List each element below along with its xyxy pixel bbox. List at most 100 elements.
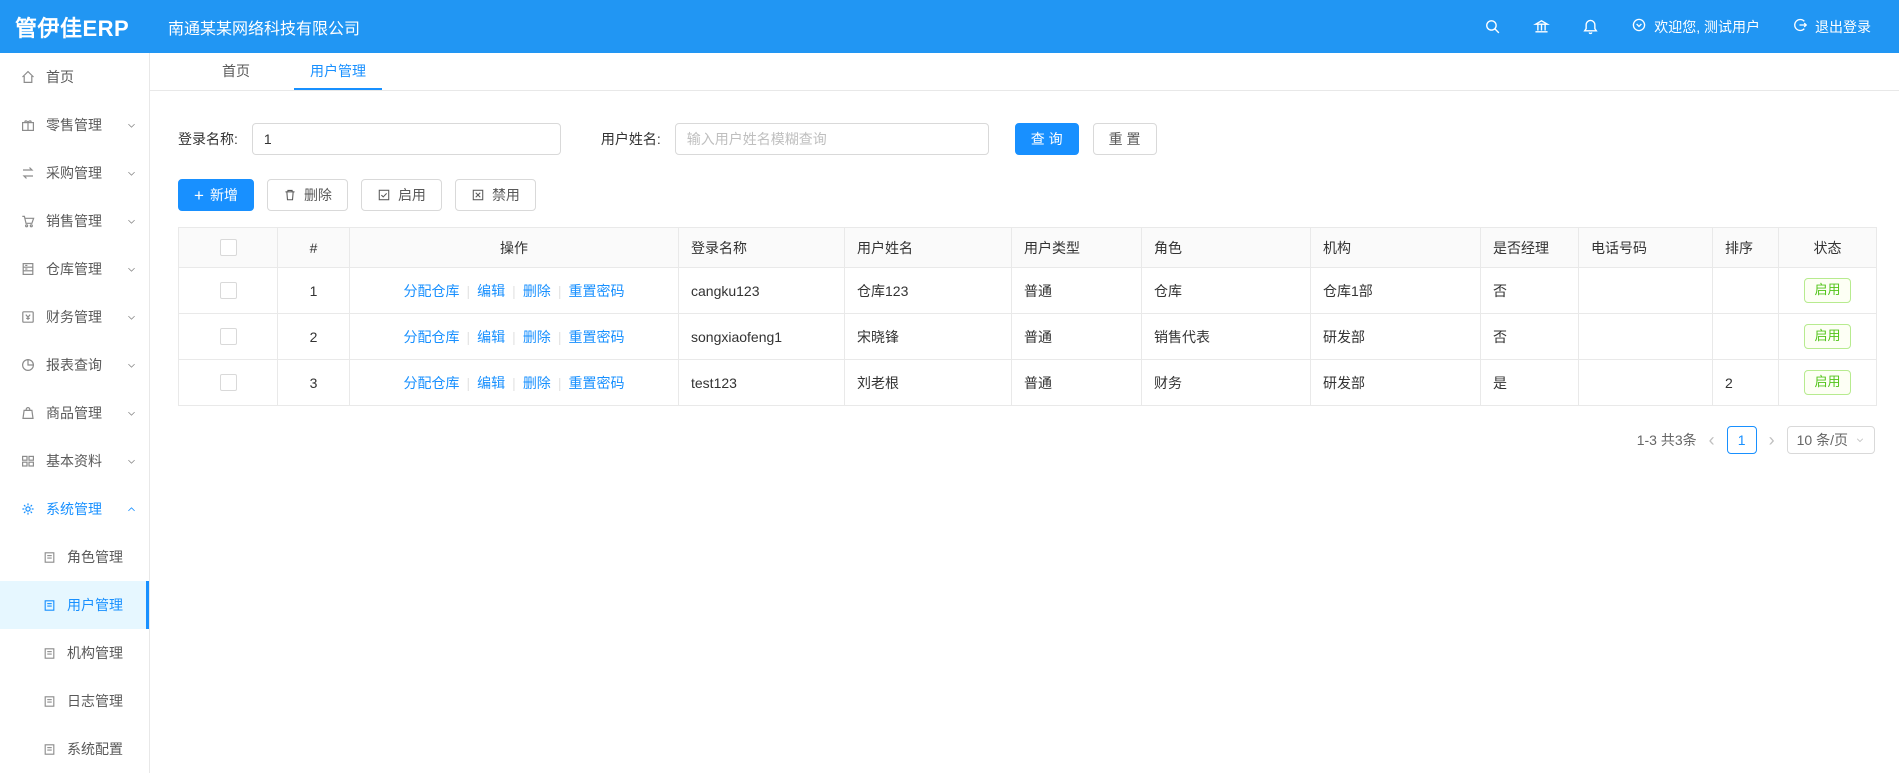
- sidebar-subitem-log-management[interactable]: 日志管理: [0, 677, 149, 725]
- row-checkbox[interactable]: [219, 328, 237, 346]
- search-icon[interactable]: [1484, 18, 1501, 35]
- op-divider: |: [512, 374, 516, 391]
- login-name-input[interactable]: [251, 123, 561, 155]
- app-logo: 管伊佳ERP: [15, 15, 130, 41]
- tab-home[interactable]: 首页: [206, 53, 266, 90]
- pagination: 1-3 共3条 ‹ 1 › 10 条/页: [178, 426, 1875, 454]
- chevron-down-icon: [126, 168, 137, 179]
- cell-sort: [1712, 313, 1779, 360]
- cell-role: 财务: [1141, 359, 1311, 406]
- op-divider: |: [466, 328, 471, 345]
- search-form: 登录名称: 用户姓名: 查 询 重 置: [178, 123, 1875, 155]
- sidebar-item-label: 采购管理: [46, 165, 102, 181]
- document-icon: [42, 550, 57, 565]
- row-index: 1: [277, 267, 350, 314]
- add-button[interactable]: + 新增: [178, 179, 254, 211]
- sidebar-subitem-org-management[interactable]: 机构管理: [0, 629, 149, 677]
- delete-button[interactable]: 删除: [266, 179, 348, 211]
- select-all-checkbox[interactable]: [219, 239, 237, 257]
- cell-org: 仓库1部: [1310, 267, 1481, 314]
- op-link-edit[interactable]: 编辑: [477, 329, 505, 345]
- op-divider: |: [512, 282, 516, 299]
- op-link-reset-password[interactable]: 重置密码: [568, 375, 624, 391]
- sidebar-item-basic-data[interactable]: 基本资料: [0, 437, 149, 485]
- op-link-reset-password[interactable]: 重置密码: [568, 283, 624, 299]
- chevron-up-icon: [126, 504, 137, 515]
- company-name: 南通某某网络科技有限公司: [168, 20, 361, 38]
- topbar-actions: 欢迎您, 测试用户 退出登录: [1484, 17, 1899, 37]
- chevron-down-icon: [126, 360, 137, 371]
- sidebar-item-finance[interactable]: 财务管理: [0, 293, 149, 341]
- sidebar-item-home[interactable]: 首页: [0, 53, 149, 101]
- next-page-button[interactable]: ›: [1767, 431, 1777, 449]
- sidebar-item-label: 报表查询: [46, 357, 102, 373]
- sidebar-item-sales[interactable]: 销售管理: [0, 197, 149, 245]
- op-link-assign-warehouse[interactable]: 分配仓库: [404, 283, 460, 299]
- row-checkbox[interactable]: [219, 282, 237, 300]
- user-name-input[interactable]: [674, 123, 989, 155]
- col-org: 机构: [1310, 227, 1481, 268]
- enable-button[interactable]: 启用: [360, 179, 442, 211]
- cell-org: 研发部: [1310, 313, 1481, 360]
- sidebar-item-reports[interactable]: 报表查询: [0, 341, 149, 389]
- tab-bar: 首页 用户管理: [150, 53, 1899, 91]
- row-checkbox[interactable]: [219, 374, 237, 392]
- user-table: # 操作 登录名称 用户姓名 用户类型 角色 机构 是否经理 电话号码 排序 状…: [178, 227, 1877, 406]
- disable-button[interactable]: 禁用: [454, 179, 536, 211]
- bank-icon[interactable]: [1533, 18, 1551, 35]
- page-size-select[interactable]: 10 条/页: [1786, 426, 1875, 454]
- col-status: 状态: [1778, 227, 1877, 268]
- goods-bag-icon: [20, 405, 36, 421]
- sidebar-item-system[interactable]: 系统管理: [0, 485, 149, 533]
- reset-button[interactable]: 重 置: [1092, 123, 1157, 155]
- cell-sort: [1712, 267, 1779, 314]
- welcome-text: 欢迎您, 测试用户: [1654, 18, 1760, 35]
- cell-phone: [1578, 359, 1713, 406]
- op-link-delete[interactable]: 删除: [523, 283, 551, 299]
- page-number-button[interactable]: 1: [1726, 426, 1757, 454]
- op-link-assign-warehouse[interactable]: 分配仓库: [404, 329, 460, 345]
- sidebar-item-warehouse[interactable]: 仓库管理: [0, 245, 149, 293]
- col-phone: 电话号码: [1578, 227, 1713, 268]
- sidebar-item-label: 零售管理: [46, 117, 102, 133]
- cell-login-name: songxiaofeng1: [678, 313, 845, 360]
- sidebar-item-purchase[interactable]: 采购管理: [0, 149, 149, 197]
- sidebar-item-retail[interactable]: 零售管理: [0, 101, 149, 149]
- cell-user-type: 普通: [1011, 313, 1142, 360]
- logout-text: 退出登录: [1815, 18, 1871, 35]
- table-row: 2 分配仓库 | 编辑 | 删除 | 重置密码 songxiaofeng1 宋晓锋 普通 销…: [178, 313, 1877, 360]
- op-link-edit[interactable]: 编辑: [477, 283, 505, 299]
- logout-button[interactable]: 退出登录: [1792, 17, 1871, 37]
- sidebar-subitem-user-management[interactable]: 用户管理: [0, 581, 149, 629]
- bell-icon[interactable]: [1582, 18, 1599, 35]
- sidebar-subitem-role-management[interactable]: 角色管理: [0, 533, 149, 581]
- user-menu[interactable]: 欢迎您, 测试用户: [1631, 17, 1760, 37]
- sidebar: 首页 零售管理 采购管理 销售管理 仓库管理 财务管理 报表查询 商品管理 基本…: [0, 53, 150, 773]
- query-button[interactable]: 查 询: [1014, 123, 1079, 155]
- tab-user-management[interactable]: 用户管理: [294, 53, 382, 90]
- cell-phone: [1578, 313, 1713, 360]
- cell-is-manager: 否: [1480, 313, 1579, 360]
- cell-org: 研发部: [1310, 359, 1481, 406]
- sidebar-item-label: 首页: [46, 69, 74, 85]
- status-badge[interactable]: 启用: [1804, 324, 1851, 349]
- status-badge[interactable]: 启用: [1804, 370, 1851, 395]
- op-link-delete[interactable]: 删除: [523, 375, 551, 391]
- col-index: #: [277, 227, 350, 268]
- check-square-icon: [377, 188, 391, 202]
- op-link-assign-warehouse[interactable]: 分配仓库: [404, 375, 460, 391]
- pagination-total: 1-3 共3条: [1636, 432, 1697, 448]
- main-area: 首页 用户管理 登录名称: 用户姓名: 查 询 重 置 + 新增: [150, 53, 1899, 773]
- chevron-down-icon: [1855, 435, 1865, 445]
- op-link-delete[interactable]: 删除: [523, 329, 551, 345]
- app-root: 管伊佳ERP 南通某某网络科技有限公司 欢迎您, 测试用户 退出登录 首页 零售…: [0, 0, 1899, 773]
- sidebar-subitem-system-config[interactable]: 系统配置: [0, 725, 149, 773]
- status-badge[interactable]: 启用: [1804, 278, 1851, 303]
- sidebar-item-goods[interactable]: 商品管理: [0, 389, 149, 437]
- op-divider: |: [557, 282, 562, 299]
- top-header: 管伊佳ERP 南通某某网络科技有限公司 欢迎您, 测试用户 退出登录: [0, 0, 1899, 53]
- op-link-edit[interactable]: 编辑: [477, 375, 505, 391]
- prev-page-button[interactable]: ‹: [1707, 431, 1717, 449]
- col-sort: 排序: [1712, 227, 1779, 268]
- op-link-reset-password[interactable]: 重置密码: [568, 329, 624, 345]
